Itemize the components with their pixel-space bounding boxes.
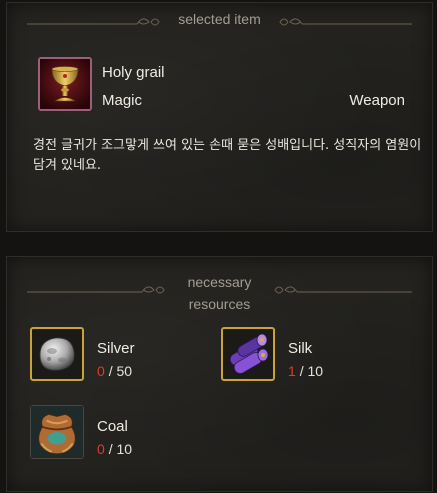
silk-name: Silk — [288, 340, 313, 357]
coal-have: 0 — [97, 441, 105, 457]
silver-slot[interactable] — [30, 327, 84, 381]
silk-need: / 10 — [299, 363, 324, 379]
coal-slot[interactable] — [30, 405, 84, 459]
coal-sack-icon — [31, 406, 83, 458]
holy-grail-icon — [40, 59, 90, 109]
silver-count: 0 / 50 — [97, 363, 132, 379]
selected-item-panel: selected item Holy grail Magic Weapon 경전… — [6, 2, 433, 232]
item-type: Weapon — [349, 92, 405, 109]
necessary-resources-panel: necessary resources Silver 0 / 50 Silk 1… — [6, 256, 433, 492]
coal-count: 0 / 10 — [97, 441, 132, 457]
silver-have: 0 — [97, 363, 105, 379]
silk-have: 1 — [288, 363, 296, 379]
holy-grail-slot[interactable] — [38, 57, 92, 111]
silver-name: Silver — [97, 340, 135, 357]
selected-item-title: selected item — [178, 11, 261, 27]
item-grade: Magic — [102, 92, 143, 109]
silk-count: 1 / 10 — [288, 363, 323, 379]
silk-slot[interactable] — [221, 327, 275, 381]
silk-rolls-icon — [229, 333, 269, 374]
silver-need: / 50 — [108, 363, 133, 379]
coal-need: / 10 — [108, 441, 133, 457]
item-description: 경전 글귀가 조그맣게 쓰여 있는 손때 묻은 성배입니다. 성직자의 염원이 … — [33, 138, 422, 173]
silver-ore-icon — [39, 337, 75, 371]
item-name: Holy grail — [102, 64, 165, 81]
coal-name: Coal — [97, 418, 128, 435]
resources-title-line2: resources — [188, 296, 251, 312]
resources-title: necessary resources — [7, 271, 432, 315]
resources-title-line1: necessary — [187, 274, 252, 290]
